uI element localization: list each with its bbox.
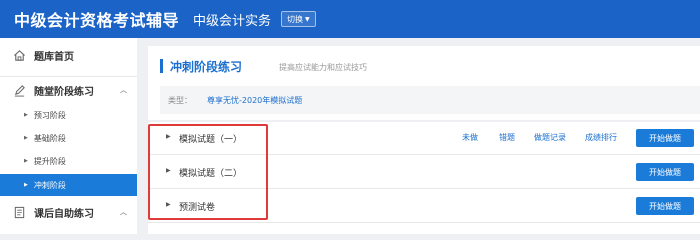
pen-icon bbox=[12, 83, 26, 97]
top-header: 中级会计资格考试辅导 中级会计实务 切换 ▼ bbox=[0, 0, 700, 38]
start-button[interactable]: 开始做题 bbox=[636, 163, 694, 181]
highlight-box bbox=[148, 124, 268, 220]
undone-link[interactable]: 未做 bbox=[462, 132, 478, 143]
switch-label: 切换 bbox=[287, 14, 304, 24]
start-button[interactable]: 开始做题 bbox=[636, 197, 694, 215]
page-title: 冲刺阶段练习 bbox=[170, 60, 243, 74]
record-link[interactable]: 做题记录 bbox=[534, 132, 566, 143]
chevron-up-icon: ︿ bbox=[120, 86, 127, 94]
sidebar-item-label: 随堂阶段练习 bbox=[34, 86, 94, 98]
switch-button[interactable]: 切换 ▼ bbox=[281, 11, 316, 27]
divider bbox=[0, 76, 137, 77]
sidebar-item-home[interactable]: 题库首页 bbox=[0, 42, 137, 68]
title-accent-bar bbox=[160, 59, 163, 73]
book-icon bbox=[12, 205, 26, 219]
sidebar-item-self-practice[interactable]: 课后自助练习 ︿ bbox=[0, 200, 137, 224]
bullet-icon: ▶ bbox=[24, 182, 28, 188]
section-panel: 冲刺阶段练习 提高应试能力和应试技巧 类型： 尊享无忧-2020年模拟试题 bbox=[148, 46, 700, 120]
page-description: 提高应试能力和应试技巧 bbox=[279, 63, 367, 72]
sidebar-item-label: 提升阶段 bbox=[33, 156, 66, 166]
home-icon bbox=[12, 48, 26, 62]
bullet-icon: ▶ bbox=[24, 112, 28, 118]
sidebar-item-sprint[interactable]: ▶ 冲刺阶段 bbox=[0, 174, 137, 196]
sidebar-item-class-practice[interactable]: 随堂阶段练习 ︿ bbox=[0, 78, 137, 102]
ranking-link[interactable]: 成绩排行 bbox=[585, 132, 617, 143]
sidebar: 题库首页 随堂阶段练习 ︿ ▶ 预习阶段 ▶ 基础阶段 ▶ 提升阶段 ▶ 冲刺阶… bbox=[0, 38, 137, 234]
sidebar-item-improve[interactable]: ▶ 提升阶段 bbox=[0, 152, 137, 170]
subject-title: 中级会计实务 bbox=[193, 13, 272, 29]
chevron-up-icon: ︿ bbox=[120, 208, 127, 216]
caret-down-icon: ▼ bbox=[305, 15, 310, 23]
type-value-link[interactable]: 尊享无忧-2020年模拟试题 bbox=[207, 95, 302, 106]
bullet-icon: ▶ bbox=[24, 135, 28, 141]
sidebar-item-label: 预习阶段 bbox=[33, 110, 66, 120]
sidebar-item-label: 题库首页 bbox=[34, 51, 74, 63]
bullet-icon: ▶ bbox=[24, 158, 28, 164]
sidebar-item-preview[interactable]: ▶ 预习阶段 bbox=[0, 106, 137, 124]
type-label: 类型： bbox=[168, 96, 192, 105]
wrong-questions-link[interactable]: 错题 bbox=[499, 132, 515, 143]
sidebar-item-label: 基础阶段 bbox=[33, 133, 66, 143]
sidebar-item-label: 课后自助练习 bbox=[34, 208, 94, 220]
sidebar-item-label: 冲刺阶段 bbox=[33, 180, 66, 190]
brand-title: 中级会计资格考试辅导 bbox=[14, 11, 180, 30]
type-filter-bar: 类型： 尊享无忧-2020年模拟试题 bbox=[160, 86, 700, 114]
sidebar-item-basic[interactable]: ▶ 基础阶段 bbox=[0, 129, 137, 147]
start-button[interactable]: 开始做题 bbox=[636, 129, 694, 147]
